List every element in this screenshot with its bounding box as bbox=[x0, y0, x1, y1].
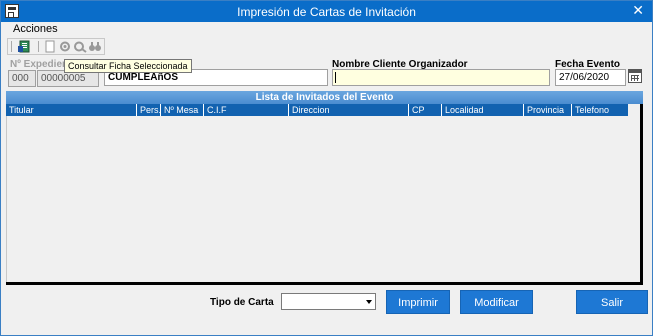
report-icon[interactable] bbox=[18, 40, 32, 53]
column-provincia[interactable]: Provincia bbox=[524, 104, 572, 116]
column-localidad[interactable]: Localidad bbox=[442, 104, 524, 116]
tipo-carta-select[interactable] bbox=[281, 293, 376, 310]
calendar-icon[interactable] bbox=[628, 69, 642, 83]
tooltip: Consultar Ficha Seleccionada bbox=[64, 59, 192, 73]
close-icon[interactable]: ✕ bbox=[632, 3, 644, 17]
toolbar bbox=[7, 38, 105, 55]
text-caret bbox=[335, 72, 336, 83]
grid-body[interactable] bbox=[6, 116, 640, 282]
column-telefono[interactable]: Telefono bbox=[572, 104, 628, 116]
grid-caption: Lista de Invitados del Evento bbox=[6, 91, 643, 104]
grid-header: Titular Pers. Nº Mesa C.I.F Direccion CP… bbox=[6, 104, 628, 116]
fecha-field[interactable]: 27/06/2020 bbox=[555, 69, 626, 86]
column-cif[interactable]: C.I.F bbox=[204, 104, 289, 116]
imprimir-button[interactable]: Imprimir bbox=[386, 290, 450, 314]
invitados-grid: Lista de Invitados del Evento Titular Pe… bbox=[6, 91, 643, 285]
modificar-button[interactable]: Modificar bbox=[460, 290, 533, 314]
salir-button[interactable]: Salir bbox=[576, 290, 648, 314]
title-bar: Impresión de Cartas de Invitación ✕ bbox=[1, 1, 652, 22]
toolbar-grip bbox=[11, 41, 12, 52]
window: Impresión de Cartas de Invitación ✕ Acci… bbox=[0, 0, 653, 336]
column-pers[interactable]: Pers. bbox=[137, 104, 161, 116]
column-cp[interactable]: CP bbox=[409, 104, 442, 116]
binoculars-icon[interactable] bbox=[88, 40, 102, 53]
cliente-field[interactable] bbox=[332, 69, 550, 86]
tipo-carta-label: Tipo de Carta bbox=[210, 297, 274, 308]
column-direccion[interactable]: Direccion bbox=[289, 104, 409, 116]
gear-icon[interactable] bbox=[58, 40, 72, 53]
menu-bar: Acciones bbox=[1, 22, 652, 38]
column-titular[interactable]: Titular bbox=[6, 104, 137, 116]
window-title: Impresión de Cartas de Invitación bbox=[1, 5, 652, 19]
expediente-code-field: 000 bbox=[8, 70, 36, 87]
toolbar-separator bbox=[38, 41, 39, 52]
expediente-label: Nº Expedient bbox=[10, 59, 71, 70]
chevron-down-icon bbox=[366, 300, 372, 304]
column-mesa[interactable]: Nº Mesa bbox=[161, 104, 204, 116]
gear2-icon[interactable] bbox=[73, 40, 87, 53]
new-doc-icon[interactable] bbox=[43, 40, 57, 53]
menu-acciones[interactable]: Acciones bbox=[13, 23, 58, 35]
